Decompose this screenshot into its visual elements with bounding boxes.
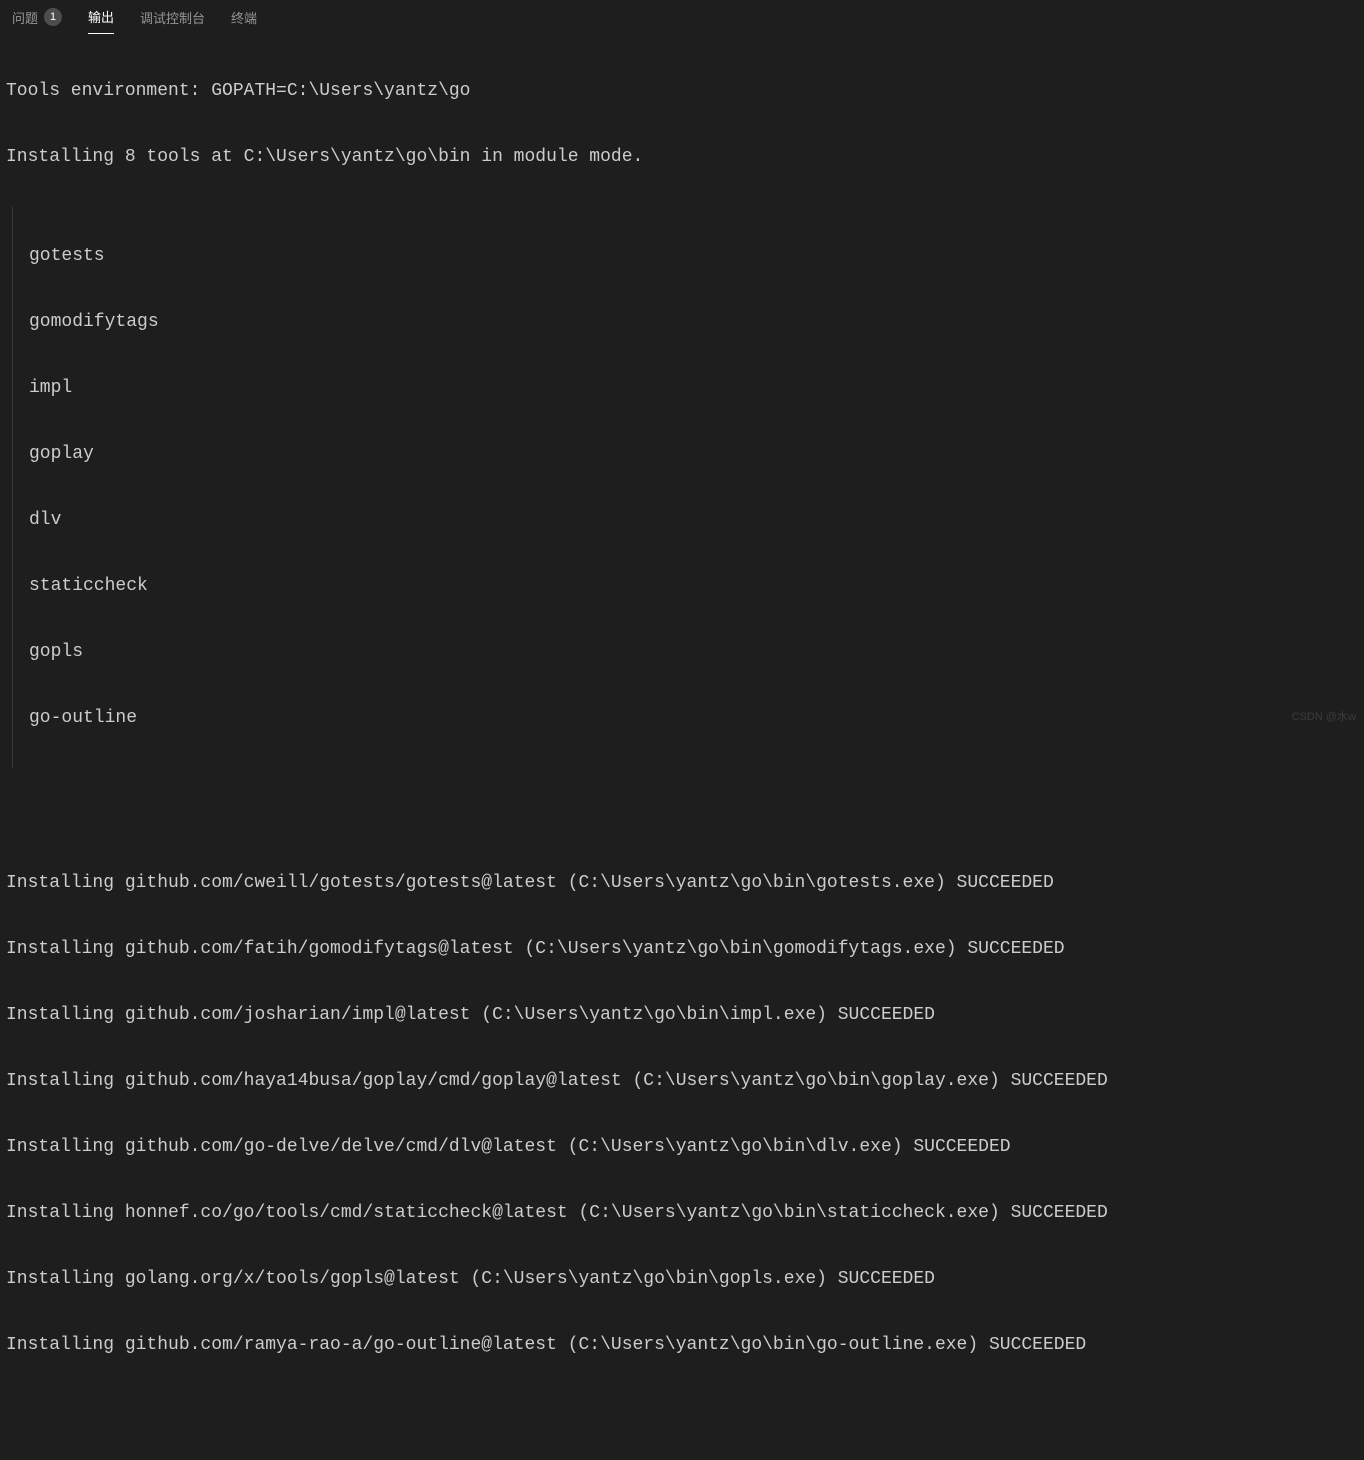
- problems-badge: 1: [44, 8, 62, 26]
- output-panel: Tools environment: GOPATH=C:\Users\yantz…: [0, 34, 1364, 1460]
- output-line: Installing github.com/cweill/gotests/got…: [6, 867, 1358, 900]
- output-line: Tools environment: GOPATH=C:\Users\yantz…: [6, 75, 1358, 108]
- output-line: Installing github.com/fatih/gomodifytags…: [6, 933, 1358, 966]
- output-line: gomodifytags: [29, 306, 1358, 339]
- output-line: go-outline: [29, 702, 1358, 735]
- output-line: gopls: [29, 636, 1358, 669]
- tab-debug-console-label: 调试控制台: [140, 8, 205, 27]
- tab-problems-label: 问题: [12, 8, 38, 27]
- output-line: goplay: [29, 438, 1358, 471]
- output-line: Installing github.com/go-delve/delve/cmd…: [6, 1131, 1358, 1164]
- tab-terminal-label: 终端: [231, 8, 257, 27]
- blank-line: [6, 801, 1358, 834]
- blank-line: [6, 1395, 1358, 1428]
- output-line: impl: [29, 372, 1358, 405]
- output-line: gotests: [29, 240, 1358, 273]
- output-line: Installing 8 tools at C:\Users\yantz\go\…: [6, 141, 1358, 174]
- tab-problems[interactable]: 问题 1: [12, 0, 62, 34]
- output-line: staticcheck: [29, 570, 1358, 603]
- output-line: Installing honnef.co/go/tools/cmd/static…: [6, 1197, 1358, 1230]
- watermark: CSDN @水w: [1292, 708, 1356, 724]
- tab-output-label: 输出: [88, 7, 114, 26]
- panel-tab-bar: 问题 1 输出 调试控制台 终端: [0, 0, 1364, 34]
- tab-debug-console[interactable]: 调试控制台: [140, 0, 205, 34]
- output-line: Installing github.com/haya14busa/goplay/…: [6, 1065, 1358, 1098]
- output-line: Installing github.com/ramya-rao-a/go-out…: [6, 1329, 1358, 1362]
- output-line: dlv: [29, 504, 1358, 537]
- output-line: Installing golang.org/x/tools/gopls@late…: [6, 1263, 1358, 1296]
- output-line: Installing github.com/josharian/impl@lat…: [6, 999, 1358, 1032]
- tab-terminal[interactable]: 终端: [231, 0, 257, 34]
- tab-output[interactable]: 输出: [88, 0, 114, 34]
- tools-list: gotests gomodifytags impl goplay dlv sta…: [12, 207, 1358, 768]
